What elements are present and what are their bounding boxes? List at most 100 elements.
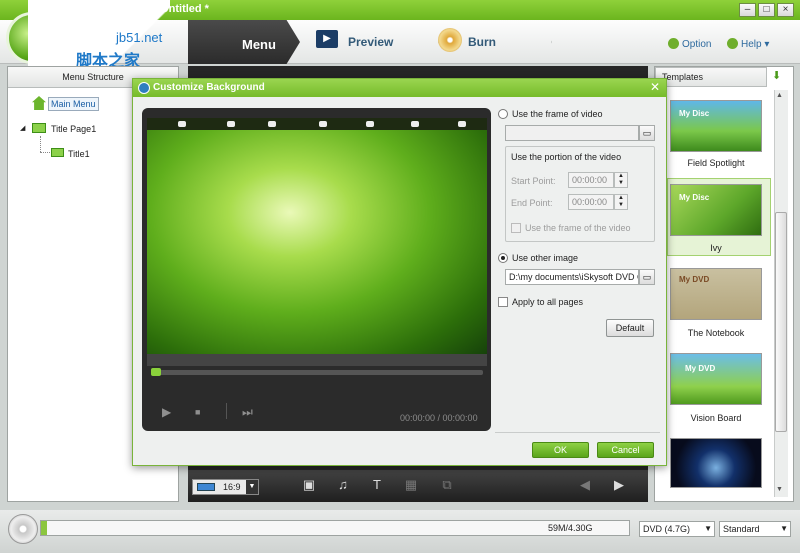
end-point-label: End Point: [511, 198, 553, 208]
maximize-icon[interactable]: □ [758, 3, 775, 17]
next-icon[interactable]: ⏭ [242, 405, 253, 420]
add-page-icon[interactable]: ⧉ [440, 478, 454, 492]
chevron-down-icon: ▼ [246, 480, 258, 494]
template-name: Field Spotlight [687, 158, 745, 168]
end-point-stepper[interactable]: ▲ ▼ [614, 194, 628, 210]
ok-button[interactable]: OK [532, 442, 589, 458]
tree-item-main-menu[interactable]: Main Menu [48, 97, 99, 111]
close-icon[interactable]: ✕ [647, 79, 663, 95]
disc-usage-fill [41, 521, 47, 535]
clapperboard-icon: ▶ [316, 30, 338, 48]
template-caption: My DVD [685, 364, 716, 373]
tree-line [40, 136, 41, 152]
chevron-down-icon: ▼ [704, 524, 712, 533]
templates-header[interactable]: Templates [655, 67, 767, 87]
template-caption: My Disc [679, 109, 710, 118]
end-point-input[interactable]: 00:00:00 [568, 194, 614, 210]
spotlight [178, 121, 186, 127]
aspect-ratio-select[interactable]: 16:9 ▼ [192, 479, 259, 495]
template-caption: My Disc [679, 193, 710, 202]
folder-icon[interactable]: ▭ [639, 269, 655, 285]
tab-burn-label: Burn [468, 35, 496, 49]
disc-usage-bar [40, 520, 630, 536]
use-frame-check-label: Use the frame of the video [525, 223, 631, 233]
folder-icon[interactable]: ▭ [639, 125, 655, 141]
chevron-down-icon: ▼ [780, 524, 788, 533]
divider [226, 403, 227, 419]
chapter-icon[interactable]: ▦ [404, 478, 418, 492]
background-icon[interactable]: ▣ [302, 478, 316, 492]
template-name: The Notebook [687, 328, 745, 338]
help-label: Help ▾ [741, 39, 770, 50]
use-frame-label: Use the frame of video [512, 109, 603, 119]
disc-burn-icon [438, 28, 462, 52]
tab-preview-label: Preview [348, 35, 394, 49]
screen-icon [197, 483, 215, 491]
tree-item-title-page[interactable]: Title Page1 [51, 124, 96, 134]
arrow-left-icon[interactable]: ◀ [578, 478, 592, 492]
aspect-ratio-value: 16:9 [223, 482, 241, 492]
music-icon[interactable]: ♫ [336, 478, 350, 492]
spotlight [268, 121, 276, 127]
tab-menu-label: Menu [242, 37, 276, 52]
start-point-label: Start Point: [511, 176, 556, 186]
disc-type-select[interactable]: DVD (4.7G) ▼ [639, 521, 715, 537]
app-icon [138, 82, 150, 94]
tree-item-title[interactable]: Title1 [68, 149, 90, 159]
title-icon [51, 148, 64, 157]
default-button[interactable]: Default [606, 319, 654, 337]
start-point-input[interactable]: 00:00:00 [568, 172, 614, 188]
frame-path-field[interactable] [505, 125, 639, 141]
download-icon[interactable]: ⬇ [772, 70, 784, 82]
stop-icon[interactable]: ■ [195, 407, 200, 417]
template-name: Ivy [710, 243, 722, 253]
option-button[interactable]: Option [668, 38, 711, 50]
play-icon[interactable]: ▶ [162, 405, 171, 419]
spotlight [366, 121, 374, 127]
video-bottom-strip [147, 354, 487, 366]
divider [495, 432, 660, 433]
spotlight [227, 121, 235, 127]
scrollbar-thumb[interactable] [775, 212, 787, 432]
dialog-title: Customize Background [133, 79, 666, 97]
use-frame-checkbox[interactable] [511, 223, 521, 233]
start-point-stepper[interactable]: ▲ ▼ [614, 172, 628, 188]
disc-type-value: DVD (4.7G) [643, 524, 691, 534]
seek-bar[interactable] [151, 370, 483, 375]
spotlight [458, 121, 466, 127]
text-icon[interactable]: T [370, 478, 384, 492]
scroll-up-icon[interactable]: ▲ [776, 92, 783, 99]
scroll-down-icon[interactable]: ▼ [776, 486, 783, 493]
minimize-icon[interactable]: – [739, 3, 756, 17]
cancel-button[interactable]: Cancel [597, 442, 654, 458]
disc-icon [8, 514, 38, 544]
template-thumbnail[interactable]: My Disc [670, 184, 762, 236]
video-preview [147, 118, 487, 354]
apply-all-checkbox[interactable] [498, 297, 508, 307]
use-other-image-label: Use other image [512, 253, 579, 263]
tree-line [40, 152, 50, 153]
template-thumbnail[interactable] [670, 438, 762, 488]
option-label: Option [682, 39, 712, 50]
help-button[interactable]: Help ▾ [727, 38, 769, 50]
spotlight [319, 121, 327, 127]
arrow-right-icon[interactable]: ▶ [612, 478, 626, 492]
use-other-image-radio[interactable] [498, 253, 508, 263]
use-frame-radio[interactable] [498, 109, 508, 119]
template-thumbnail[interactable]: My DVD [670, 268, 762, 320]
time-display: 00:00:00 / 00:00:00 [400, 413, 478, 423]
template-thumbnail[interactable]: My Disc [670, 100, 762, 152]
image-path-field[interactable]: D:\my documents\iSkysoft DVD C [505, 269, 639, 285]
gear-icon [668, 38, 679, 49]
template-thumbnail[interactable]: My DVD [670, 353, 762, 405]
seek-knob[interactable] [151, 368, 161, 376]
quality-select[interactable]: Standard ▼ [719, 521, 791, 537]
portion-label: Use the portion of the video [511, 152, 622, 162]
spotlight [411, 121, 419, 127]
tab-burn[interactable]: Burn [438, 28, 538, 56]
help-icon [727, 38, 738, 49]
close-icon[interactable]: × [777, 3, 794, 17]
tab-preview[interactable]: ▶ Preview [316, 28, 426, 56]
disc-usage-text: 59M/4.30G [548, 523, 593, 533]
tree-expander-icon[interactable]: ◢ [20, 124, 25, 132]
